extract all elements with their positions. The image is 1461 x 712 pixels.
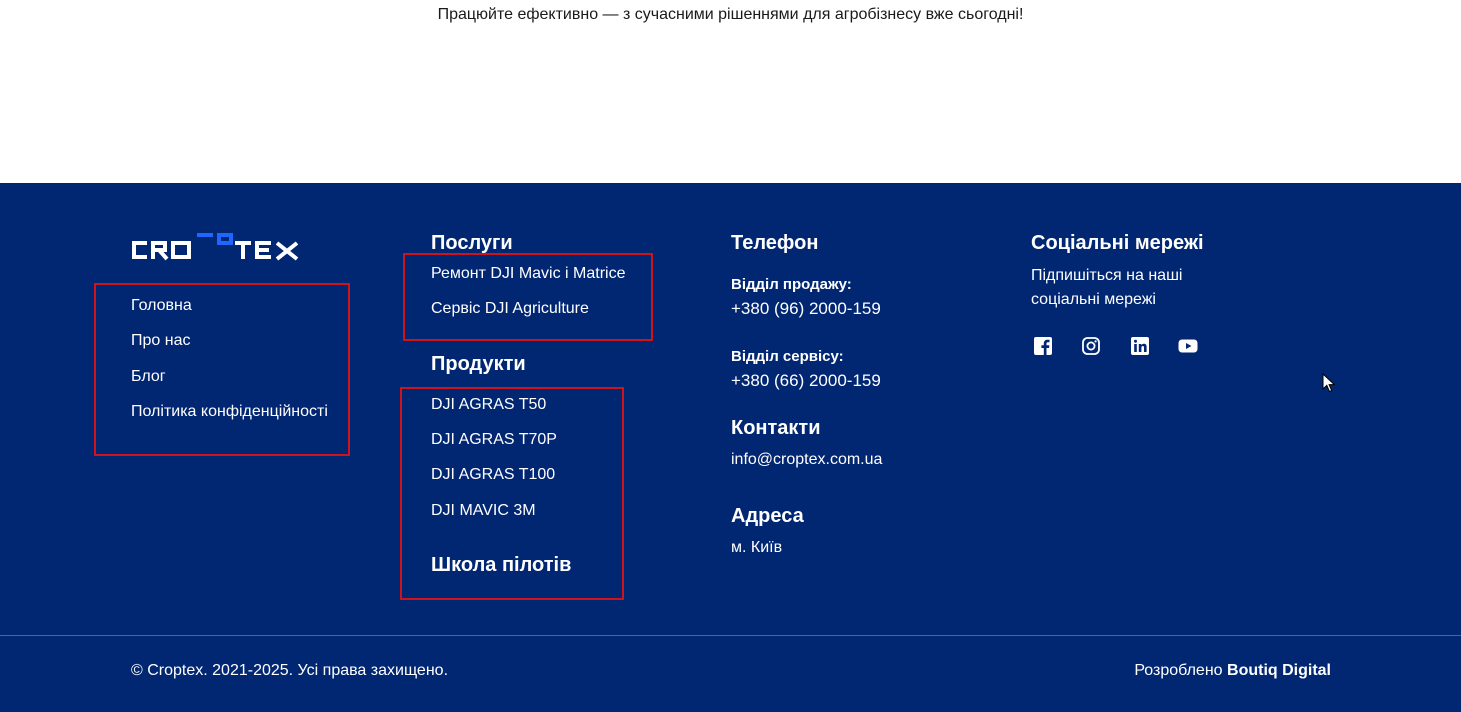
copyright: © Croptex. 2021-2025. Усі права захищено… — [131, 662, 449, 679]
address-value: м. Київ — [731, 539, 783, 556]
pilot-school-link[interactable]: Школа пілотів — [431, 554, 571, 577]
nav-link-about[interactable]: Про нас — [131, 332, 190, 350]
service-phone-link[interactable]: +380 (66) 2000-159 — [731, 371, 881, 391]
products-title: Продукти — [431, 353, 526, 375]
facebook-icon[interactable] — [1033, 336, 1053, 356]
service-link-mavic-repair[interactable]: Ремонт DJI Mavic і Matrice — [431, 265, 626, 283]
product-link-t100[interactable]: DJI AGRAS T100 — [431, 466, 555, 484]
footer-divider — [0, 635, 1461, 636]
product-link-mavic-3m[interactable]: DJI MAVIC 3M — [431, 502, 536, 520]
developer-credit: Розроблено Boutiq Digital — [1134, 662, 1331, 680]
developer-link[interactable]: Boutiq Digital — [1227, 662, 1331, 679]
services-title: Послуги — [431, 232, 513, 254]
sales-phone-link[interactable]: +380 (96) 2000-159 — [731, 299, 881, 319]
croptex-logo[interactable] — [131, 233, 301, 263]
footer: Головна Про нас Блог Політика конфіденці… — [0, 183, 1461, 712]
linkedin-icon[interactable] — [1130, 336, 1150, 356]
sales-label: Відділ продажу: — [731, 276, 852, 293]
logo-icon — [132, 233, 299, 261]
social-text: Підпишіться на наші соціальні мережі — [1031, 267, 1183, 308]
phone-title: Телефон — [731, 232, 819, 254]
service-label: Відділ сервісу: — [731, 348, 844, 365]
service-link-agriculture[interactable]: Сервіс DJI Agriculture — [431, 300, 589, 318]
product-link-t50[interactable]: DJI AGRAS T50 — [431, 396, 546, 414]
address-title: Адреса — [731, 505, 804, 527]
instagram-icon[interactable] — [1081, 336, 1101, 356]
nav-link-home[interactable]: Головна — [131, 297, 192, 315]
email-link[interactable]: info@croptex.com.ua — [731, 451, 882, 469]
nav-link-privacy[interactable]: Політика конфіденційності — [131, 403, 328, 421]
mouse-cursor-icon — [1322, 373, 1336, 393]
social-title: Соціальні мережі — [1031, 232, 1204, 254]
nav-link-blog[interactable]: Блог — [131, 368, 166, 386]
contacts-title: Контакти — [731, 417, 821, 439]
product-link-t70p[interactable]: DJI AGRAS T70P — [431, 431, 557, 449]
tagline: Працюйте ефективно — з сучасними рішення… — [437, 6, 1024, 23]
developer-prefix: Розроблено — [1134, 662, 1223, 679]
youtube-icon[interactable] — [1178, 336, 1198, 356]
